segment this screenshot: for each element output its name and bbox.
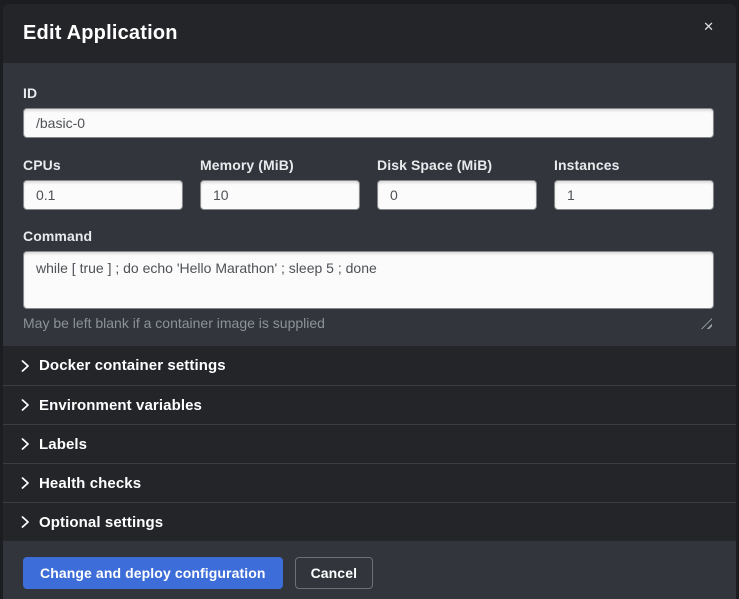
instances-field-group: Instances bbox=[554, 157, 714, 210]
command-help-text: May be left blank if a container image i… bbox=[23, 315, 714, 331]
chevron-right-icon bbox=[21, 399, 30, 411]
memory-label: Memory (MiB) bbox=[200, 157, 360, 173]
id-field-group: ID bbox=[23, 85, 714, 138]
section-label: Labels bbox=[39, 436, 87, 453]
command-textarea[interactable]: while [ true ] ; do echo 'Hello Marathon… bbox=[23, 251, 714, 309]
section-optional-settings[interactable]: Optional settings bbox=[3, 502, 736, 541]
disk-input[interactable] bbox=[377, 180, 537, 210]
cpus-label: CPUs bbox=[23, 157, 183, 173]
chevron-right-icon bbox=[21, 477, 30, 489]
section-docker-container-settings[interactable]: Docker container settings bbox=[3, 346, 736, 385]
cancel-button[interactable]: Cancel bbox=[295, 557, 374, 589]
chevron-right-icon bbox=[21, 438, 30, 450]
instances-label: Instances bbox=[554, 157, 714, 173]
resources-row: CPUs Memory (MiB) Disk Space (MiB) Insta… bbox=[23, 157, 714, 210]
section-labels[interactable]: Labels bbox=[3, 424, 736, 463]
chevron-right-icon bbox=[21, 360, 30, 372]
modal-body: ID CPUs Memory (MiB) Disk Space (MiB) In… bbox=[3, 63, 736, 346]
section-label: Health checks bbox=[39, 475, 141, 492]
section-label: Docker container settings bbox=[39, 357, 226, 374]
modal-header: Edit Application ✕ bbox=[3, 4, 736, 63]
section-label: Environment variables bbox=[39, 397, 202, 414]
chevron-right-icon bbox=[21, 516, 30, 528]
modal-footer: Change and deploy configuration Cancel bbox=[3, 541, 736, 599]
edit-application-modal: Edit Application ✕ ID CPUs Memory (MiB) … bbox=[3, 4, 736, 599]
modal-title: Edit Application bbox=[23, 22, 178, 45]
disk-label: Disk Space (MiB) bbox=[377, 157, 537, 173]
instances-input[interactable] bbox=[554, 180, 714, 210]
cpus-field-group: CPUs bbox=[23, 157, 183, 210]
id-input[interactable] bbox=[23, 108, 714, 138]
close-icon[interactable]: ✕ bbox=[699, 16, 718, 37]
id-label: ID bbox=[23, 85, 714, 101]
change-and-deploy-button[interactable]: Change and deploy configuration bbox=[23, 557, 283, 589]
command-label: Command bbox=[23, 228, 714, 244]
section-label: Optional settings bbox=[39, 514, 163, 531]
section-health-checks[interactable]: Health checks bbox=[3, 463, 736, 502]
memory-field-group: Memory (MiB) bbox=[200, 157, 360, 210]
cpus-input[interactable] bbox=[23, 180, 183, 210]
memory-input[interactable] bbox=[200, 180, 360, 210]
disk-field-group: Disk Space (MiB) bbox=[377, 157, 537, 210]
accordion-sections: Docker container settings Environment va… bbox=[3, 346, 736, 541]
command-field-group: Command while [ true ] ; do echo 'Hello … bbox=[23, 228, 714, 331]
section-environment-variables[interactable]: Environment variables bbox=[3, 385, 736, 424]
